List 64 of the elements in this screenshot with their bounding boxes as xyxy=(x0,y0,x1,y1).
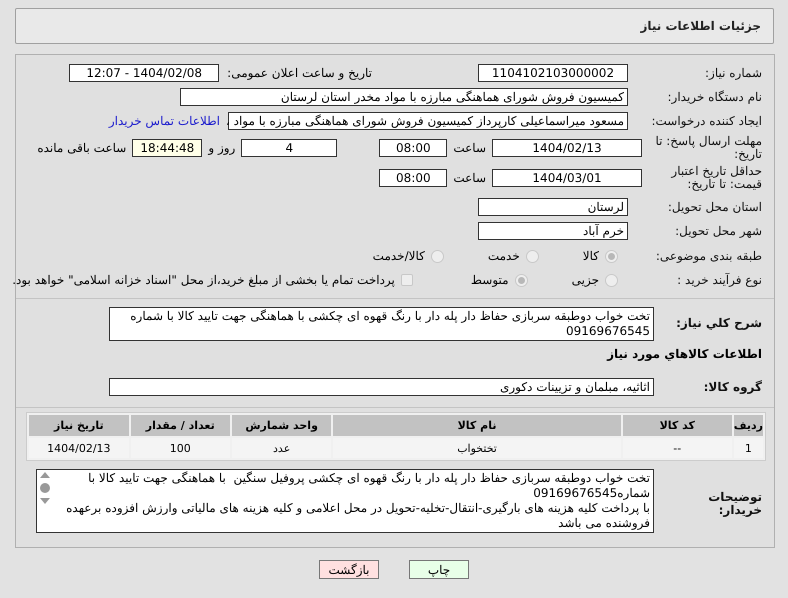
option-label: کالا/خدمت xyxy=(372,249,425,263)
field-label: ساعت xyxy=(453,141,486,155)
countdown-field: 18:44:48 xyxy=(132,139,202,157)
description-field[interactable]: تخت خواب دوطبقه سربازی حفاظ دار پله دار با رنگ قهوه ای چکشی با هماهنگی جهت تایید کالا با شماره 09169676545 xyxy=(109,307,654,341)
field-label: مهلت ارسال پاسخ: تا تاریخ: xyxy=(654,135,763,161)
days-field[interactable]: 4 xyxy=(241,139,338,157)
time-field[interactable]: 08:00 xyxy=(379,139,448,157)
field-label: روز و xyxy=(208,141,236,155)
requester-field[interactable]: مسعود میراسماعیلی کارپرداز کمیسیون فروش شورای هماهنگی مبارزه با مواد ، xyxy=(228,112,628,130)
field-label: توضیحات خریدار: xyxy=(707,489,763,517)
table-cell: 100 xyxy=(130,438,230,458)
need-number-field[interactable]: 1104102103000002 xyxy=(478,64,628,82)
back-button[interactable]: بازگشت xyxy=(319,560,379,579)
column-header: نام کالا xyxy=(333,415,621,436)
table-cell: تختخواب xyxy=(333,438,621,458)
field-label: نام دستگاه خریدار: xyxy=(666,90,763,104)
column-header: ردیف xyxy=(734,415,763,436)
field-label: استان محل تحویل: xyxy=(666,200,763,214)
scroll-thumb-icon[interactable] xyxy=(40,483,50,493)
date-field[interactable]: 1404/03/01 xyxy=(492,169,642,187)
option-label: جزیی xyxy=(572,273,599,287)
radio-button[interactable] xyxy=(605,274,618,286)
field-label: گروه کالا: xyxy=(702,380,763,394)
notes-text: تخت خواب دوطبقه سربازی حفاظ دار پله دار با رنگ قهوه ای چکشی پروفیل سنگین با هماهنگی جهت تایید کالا با شماره09169676545 با پرداخت کلیه هزینه های بارگیری-انتقال-تخلیه-تحویل در محل اعلامی و کلیه هزینه های مالیاتی وارزش افزوده برعهده فروشنده می باشد xyxy=(65,471,650,530)
field-label: تاریخ و ساعت اعلان عمومی: xyxy=(227,66,372,80)
field-label: نوع فرآیند خرید : xyxy=(676,274,763,286)
option-label: خدمت xyxy=(488,249,520,263)
table-cell: 1 xyxy=(734,438,763,458)
scroll-up-icon[interactable] xyxy=(40,472,50,478)
city-field[interactable]: خرم آباد xyxy=(478,222,628,240)
contact-link[interactable]: اطلاعات تماس خریدار xyxy=(108,114,220,128)
column-header: تاریخ نیاز xyxy=(29,415,129,436)
table-cell: عدد xyxy=(232,438,332,458)
checkbox[interactable] xyxy=(400,274,413,286)
column-header: تعداد / مقدار xyxy=(130,415,230,436)
radio-button[interactable] xyxy=(605,250,618,262)
radio-button[interactable] xyxy=(526,250,539,262)
column-header: واحد شمارش xyxy=(232,415,332,436)
field-label: حداقل تاریخ اعتبار قیمت: تا تاریخ: xyxy=(670,165,763,191)
field-label: شهر محل تحویل: xyxy=(674,224,763,238)
option-label: کالا xyxy=(582,249,599,263)
goods-group-field[interactable]: اثاثیه، مبلمان و تزیینات دکوری xyxy=(109,378,654,396)
page-title: جزئیات اطلاعات نیاز xyxy=(640,19,761,33)
column-header: کد کالا xyxy=(622,415,732,436)
table-cell: 1404/02/13 xyxy=(29,438,129,458)
field-label: شماره نیاز: xyxy=(704,66,763,80)
radio-button[interactable] xyxy=(514,274,528,286)
field-label: طبقه بندی موضوعی: xyxy=(654,250,763,262)
date-field[interactable]: 1404/02/13 xyxy=(492,139,642,157)
field-label: ایجاد کننده درخواست: xyxy=(650,114,763,128)
field-label: ساعت باقی مانده xyxy=(37,141,126,155)
radio-button[interactable] xyxy=(430,250,444,262)
payment-note: پرداخت تمام یا بخشی از مبلغ خرید،از محل "اسناد خزانه اسلامی" خواهد بود. xyxy=(12,273,395,287)
section-title: اطلاعات کالاهاي مورد نياز xyxy=(606,347,763,361)
province-field[interactable]: لرستان xyxy=(478,198,628,216)
scroll-down-icon[interactable] xyxy=(40,498,50,504)
datetime-field[interactable]: 1404/02/08 - 12:07 xyxy=(69,64,220,82)
print-button[interactable]: چاپ xyxy=(409,560,469,579)
buyer-field[interactable]: کمیسیون فروش شورای هماهنگی مبارزه با مواد مخدر استان لرستان xyxy=(180,88,628,106)
field-label: شرح کلي نياز: xyxy=(675,315,763,330)
field-label: ساعت xyxy=(453,171,486,185)
table-cell: -- xyxy=(622,438,732,458)
time-field[interactable]: 08:00 xyxy=(379,169,448,187)
option-label: متوسط xyxy=(470,273,509,287)
